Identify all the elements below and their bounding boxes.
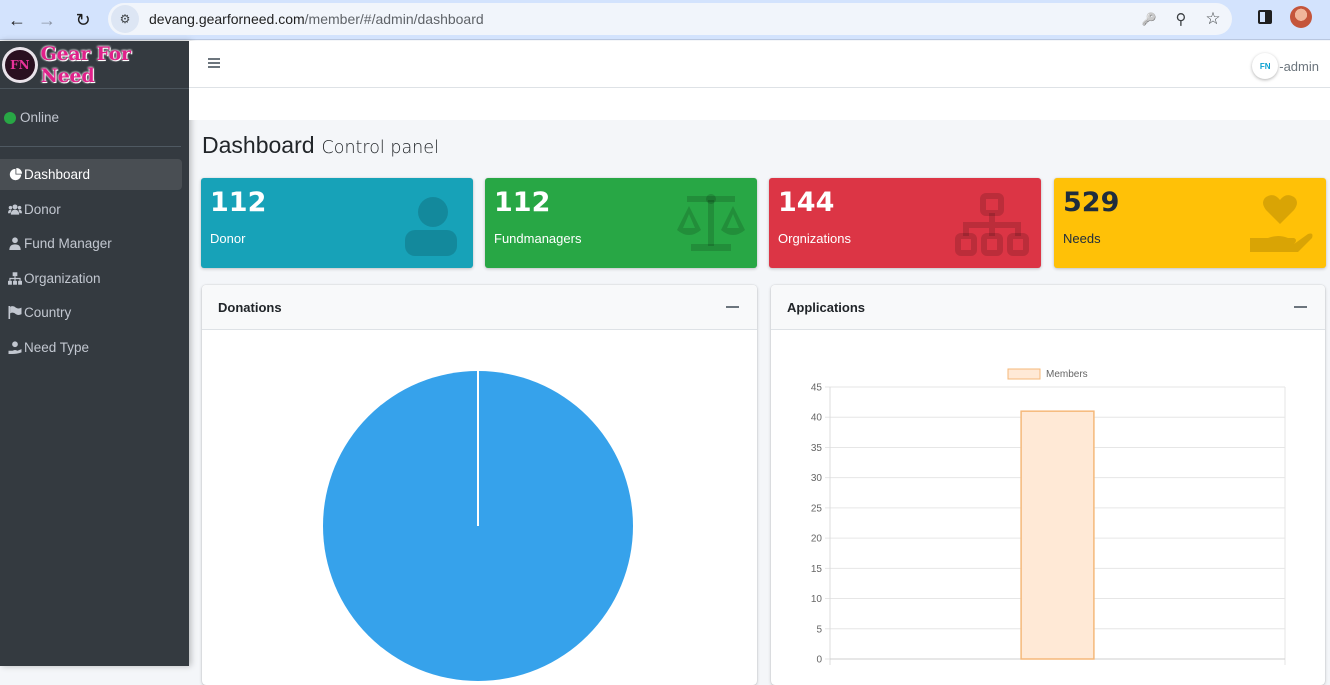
applications-bar-chart: Members 0 5 10 15 20 25 30 35 40 45 <box>811 368 1286 666</box>
card-header: Donations <box>202 285 757 330</box>
sidebar-nav: Dashboard Donor Fund Manager Organizatio… <box>0 159 189 363</box>
url-text[interactable]: devang.gearforneed.com/member/#/admin/da… <box>149 11 484 27</box>
side-panel-icon[interactable] <box>1258 10 1272 24</box>
user-name: -admin <box>1279 58 1319 74</box>
stat-box-donor[interactable]: 112 Donor <box>201 178 473 268</box>
chart-pie-icon <box>8 168 22 182</box>
reload-button[interactable]: ↻ <box>66 3 100 37</box>
brand-name: Gear For Need <box>40 42 131 87</box>
y-tick-label: 40 <box>811 413 823 424</box>
sitemap-icon <box>8 271 22 285</box>
sidebar-item-label: Need Type <box>24 339 90 355</box>
sidebar-item-organization[interactable]: Organization <box>0 263 182 294</box>
page-title: Dashboard <box>202 132 315 158</box>
reload-icon: ↻ <box>75 9 91 30</box>
user-logo: FN <box>1252 53 1279 79</box>
profile-avatar[interactable] <box>1290 6 1312 28</box>
applications-card: Applications Members 0 5 10 15 20 25 30 35 40 45 <box>771 285 1325 685</box>
menu-toggle-button[interactable] <box>208 58 220 68</box>
stat-label: Needs <box>1063 231 1101 246</box>
stat-value: 112 <box>210 187 267 218</box>
stat-label: Donor <box>210 231 246 246</box>
arrow-right-icon: → <box>38 9 56 30</box>
url-path: /member/#/admin/dashboard <box>304 11 484 27</box>
donations-card: Donations <box>202 285 757 685</box>
card-title: Applications <box>787 299 866 315</box>
stat-value: 144 <box>778 187 835 218</box>
card-title: Donations <box>218 299 282 315</box>
user-icon <box>405 197 457 256</box>
sidebar-item-label: Country <box>24 305 72 320</box>
sidebar-item-donor[interactable]: Donor <box>0 194 182 225</box>
browser-toolbar: ← → ↻ ⚙ devang.gearforneed.com/member/#/… <box>0 0 1330 40</box>
hand-holding-heart-icon <box>1250 195 1313 252</box>
y-tick-label: 15 <box>811 564 823 575</box>
collapse-button[interactable] <box>726 306 739 308</box>
users-icon <box>8 202 22 216</box>
star-icon[interactable]: ☆ <box>1204 9 1222 29</box>
sidebar-item-need-type[interactable]: Need Type <box>0 332 182 363</box>
back-button[interactable]: ← <box>0 3 34 37</box>
card-header: Applications <box>771 285 1325 330</box>
stat-label: Fundmanagers <box>494 231 582 246</box>
page-subtitle: Control panel <box>321 138 439 158</box>
y-tick-label: 5 <box>816 624 822 635</box>
content-header: Dashboard Control panel <box>202 132 439 159</box>
hand-holding-heart-icon <box>8 340 22 354</box>
sidebar-item-label: Organization <box>24 270 101 286</box>
sidebar-item-country[interactable]: Country <box>0 297 182 328</box>
legend-label[interactable]: Members <box>1046 369 1088 380</box>
site-info-button[interactable]: ⚙ <box>111 5 139 33</box>
sidebar: FN Gear For Need Online Dashboard Donor … <box>0 41 189 666</box>
y-tick-label: 10 <box>811 594 823 605</box>
address-bar[interactable]: ⚙ devang.gearforneed.com/member/#/admin/… <box>108 3 1232 35</box>
sidebar-item-fund-manager[interactable]: Fund Manager <box>0 228 182 259</box>
header-spacer <box>189 88 1330 120</box>
sidebar-item-label: Dashboard <box>24 167 91 182</box>
sidebar-item-label: Donor <box>24 201 61 217</box>
legend-swatch[interactable] <box>1007 368 1041 380</box>
online-status-icon <box>4 111 16 124</box>
user-menu[interactable]: FN -admin <box>1252 53 1319 79</box>
y-tick-label: 20 <box>811 534 823 545</box>
stat-box-organizations[interactable]: 144 Orgnizations <box>769 178 1041 268</box>
key-icon[interactable]: 🔑 <box>1140 12 1158 26</box>
arrow-left-icon: ← <box>8 9 26 30</box>
url-host: devang.gearforneed.com <box>149 11 305 27</box>
y-tick-label: 35 <box>811 443 823 454</box>
brand-link[interactable]: FN Gear For Need <box>0 41 189 89</box>
sidebar-item-label: Fund Manager <box>24 236 112 251</box>
stat-box-needs[interactable]: 529 Needs <box>1054 178 1326 268</box>
donations-pie-chart <box>323 371 633 681</box>
sidebar-item-dashboard[interactable]: Dashboard <box>0 159 182 190</box>
forward-button[interactable]: → <box>30 3 64 37</box>
top-navbar: FN -admin <box>189 41 1330 88</box>
zoom-icon[interactable]: ⚲ <box>1172 10 1190 28</box>
user-status-panel: Online <box>0 89 181 147</box>
stat-label: Orgnizations <box>778 231 851 246</box>
y-tick-label: 25 <box>811 503 823 514</box>
y-tick-label: 30 <box>811 473 823 484</box>
sitemap-icon <box>955 193 1029 256</box>
y-tick-label: 0 <box>816 655 822 666</box>
stat-value: 529 <box>1063 187 1120 218</box>
tune-icon: ⚙ <box>119 12 131 26</box>
bar[interactable] <box>1020 410 1095 660</box>
collapse-button[interactable] <box>1294 306 1307 308</box>
brand-logo: FN <box>2 46 38 83</box>
user-tie-icon <box>8 237 22 251</box>
stat-box-fundmanagers[interactable]: 112 Fundmanagers <box>485 178 757 268</box>
stat-value: 112 <box>494 187 551 218</box>
y-tick-label: 45 <box>811 383 823 394</box>
balance-scale-icon <box>677 194 745 251</box>
flag-icon <box>8 306 22 320</box>
status-text: Online <box>20 110 60 125</box>
